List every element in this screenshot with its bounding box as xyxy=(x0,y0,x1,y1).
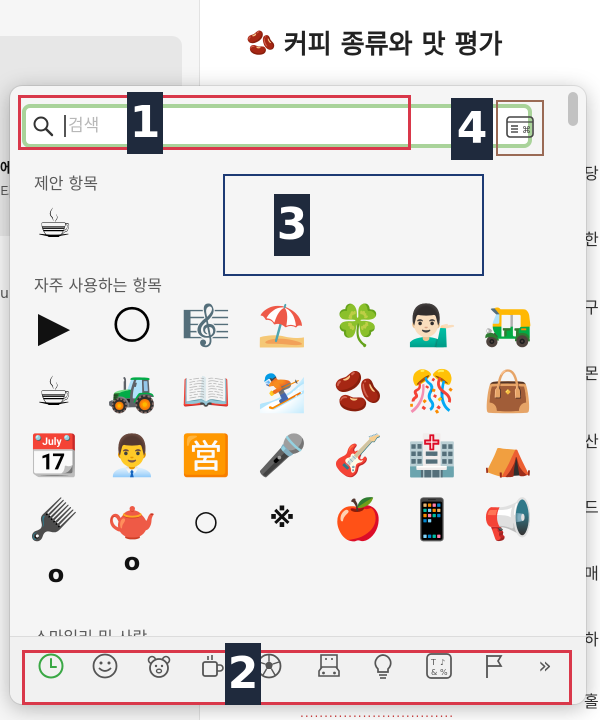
emoji-cell[interactable]: 🫘 xyxy=(332,372,384,412)
tab-symbols[interactable]: T ♪ & % xyxy=(424,651,454,681)
document-fragment: 하 xyxy=(584,630,599,649)
tab-more[interactable]: » xyxy=(530,651,560,681)
emoji-cell[interactable]: 📖 xyxy=(180,372,232,412)
emoji-cell[interactable]: 🍎 xyxy=(332,500,384,540)
emoji-cell[interactable]: 🚜 xyxy=(106,372,158,412)
emoji-cell[interactable]: ⛷️ xyxy=(256,372,308,412)
emoji-cell[interactable]: ▶ xyxy=(34,302,74,351)
tab-food[interactable] xyxy=(198,651,228,681)
tab-recent[interactable] xyxy=(36,651,66,681)
emoji-cell[interactable]: 🎼 xyxy=(180,306,232,346)
beans-icon: 🫘 xyxy=(246,28,276,57)
tab-travel[interactable] xyxy=(314,651,344,681)
search-input[interactable] xyxy=(68,112,368,140)
scrollbar-thumb[interactable] xyxy=(568,92,578,126)
emoji-cell[interactable]: 🪮 xyxy=(28,500,80,540)
document-fragment: 한 xyxy=(584,230,599,249)
emoji-cell[interactable]: 👜 xyxy=(482,372,534,412)
lightbulb-icon xyxy=(374,654,392,679)
annotation-label-3: 3 xyxy=(274,194,310,256)
emoji-cell[interactable]: 🍀 xyxy=(332,306,384,346)
flag-icon xyxy=(486,655,503,678)
emoji-cell[interactable]: ⛺ xyxy=(482,436,534,476)
document-fragment: 드 xyxy=(584,498,599,517)
annotation-label-4: 4 xyxy=(451,98,493,160)
document-fragment: 당 xyxy=(584,164,599,183)
document-fragment: 산 xyxy=(584,432,599,451)
annotation-label-1: 1 xyxy=(127,92,163,154)
emoji-cell[interactable]: 🎤 xyxy=(256,436,308,476)
emoji-cell[interactable]: 📢 xyxy=(482,500,534,540)
emoji-cell[interactable]: 👨‍💼 xyxy=(106,436,158,476)
svg-text:&: & xyxy=(431,668,437,677)
document-title: 🫘 커피 종류와 맛 평가 xyxy=(246,24,502,61)
emoji-cell[interactable]: 📱 xyxy=(406,500,458,540)
emoji-cell[interactable]: 🈺 xyxy=(180,436,232,476)
emoji-cell[interactable]: o xyxy=(112,548,152,576)
svg-text:T: T xyxy=(430,658,436,667)
background-fragment: u xyxy=(0,286,9,302)
magnifier-icon xyxy=(33,116,54,137)
tab-objects[interactable] xyxy=(368,651,398,681)
emoji-cell[interactable]: ○ xyxy=(186,504,226,537)
symbols-icon: T ♪ & % xyxy=(426,653,452,679)
emoji-cell[interactable]: ☕ xyxy=(28,372,80,412)
character-viewer-button[interactable]: ⌘ xyxy=(500,110,540,144)
bear-icon xyxy=(147,655,171,678)
emoji-cell[interactable]: 🎊 xyxy=(406,372,458,412)
category-tab-bar: T ♪ & % » xyxy=(10,636,586,704)
svg-text:⌘: ⌘ xyxy=(522,126,531,136)
emoji-cell[interactable]: 🫖 xyxy=(106,500,158,540)
tab-smileys[interactable] xyxy=(90,651,120,681)
svg-text:♪: ♪ xyxy=(440,658,445,667)
spellcheck-underline: ................................ xyxy=(300,706,455,720)
annotation-label-2: 2 xyxy=(225,643,261,705)
document-fragment: 매 xyxy=(584,564,599,583)
section-title-frequent: 자주 사용하는 항목 xyxy=(34,276,162,295)
tab-flags[interactable] xyxy=(480,651,510,681)
tab-animals[interactable] xyxy=(144,651,174,681)
building-icon xyxy=(318,654,340,677)
document-fragment: 구 xyxy=(584,298,599,317)
document-fragment: 홀 xyxy=(584,692,599,711)
character-viewer-icon: ⌘ xyxy=(506,116,534,138)
smiley-icon xyxy=(92,653,118,679)
emoji-cell[interactable]: ※ xyxy=(262,504,302,534)
emoji-cell[interactable]: 🎸 xyxy=(332,436,384,476)
emoji-cell[interactable]: ☕ xyxy=(28,204,80,244)
emoji-cell[interactable]: 💁🏻‍♂️ xyxy=(406,306,458,346)
emoji-cell[interactable]: 🌕 xyxy=(106,306,158,346)
svg-text:%: % xyxy=(440,668,448,677)
food-icon xyxy=(202,655,224,677)
document-fragment: 몬 xyxy=(584,364,599,383)
emoji-cell[interactable]: 📆 xyxy=(28,436,80,476)
emoji-cell[interactable]: ⛱️ xyxy=(256,306,308,346)
clock-icon xyxy=(38,653,64,679)
text-caret xyxy=(64,115,66,137)
emoji-cell[interactable]: 🏥 xyxy=(406,436,458,476)
document-title-text: 커피 종류와 맛 평가 xyxy=(283,30,503,60)
emoji-cell[interactable]: 🛺 xyxy=(482,306,534,346)
emoji-cell[interactable]: o xyxy=(36,560,76,588)
emoji-picker: ⌘ 제안 항목 ☕ 자주 사용하는 항목 ▶ 🌕 🎼 ⛱️ 🍀 💁🏻‍♂️ 🛺 … xyxy=(10,86,586,704)
section-title-suggested: 제안 항목 xyxy=(34,174,98,193)
